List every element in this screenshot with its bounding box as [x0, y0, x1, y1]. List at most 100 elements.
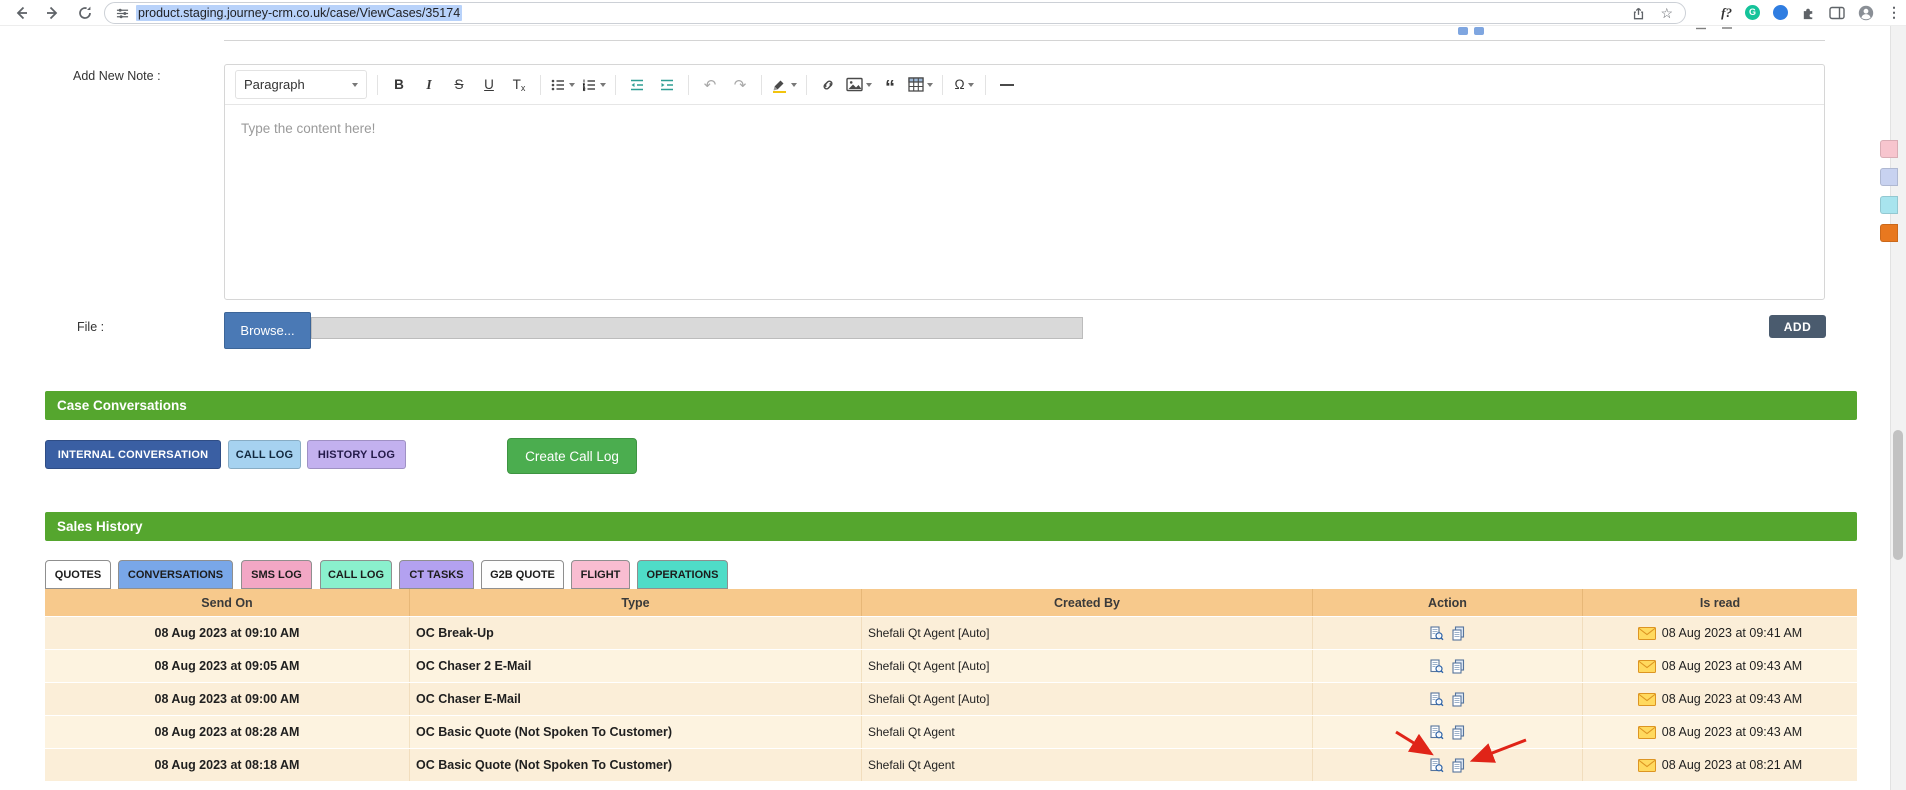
copy-document-icon[interactable]: [1451, 691, 1466, 707]
preview-icon[interactable]: [1429, 625, 1444, 641]
col-header-send-on: Send On: [45, 589, 410, 616]
copy-document-icon[interactable]: [1451, 724, 1466, 740]
side-tab-pink[interactable]: [1880, 140, 1898, 158]
cell-type: OC Basic Quote (Not Spoken To Customer): [410, 716, 862, 748]
cell-action: [1313, 617, 1583, 649]
side-tab-orange[interactable]: [1880, 224, 1898, 242]
preview-icon[interactable]: [1429, 691, 1444, 707]
tab-call-log[interactable]: CALL LOG: [320, 560, 392, 589]
browse-button[interactable]: Browse...: [224, 312, 311, 349]
extensions-area: f? G ⋮: [1721, 0, 1901, 25]
screen: product.staging.journey-crm.co.uk/case/V…: [0, 0, 1906, 790]
url-text[interactable]: product.staging.journey-crm.co.uk/case/V…: [136, 5, 463, 21]
italic-button[interactable]: I: [414, 72, 444, 98]
extensions-puzzle-icon[interactable]: [1801, 5, 1816, 20]
strikethrough-button[interactable]: S: [444, 72, 474, 98]
horizontal-line-button[interactable]: [992, 72, 1022, 98]
side-panel-icon[interactable]: [1829, 6, 1845, 20]
note-content-input[interactable]: Type the content here!: [225, 105, 1824, 317]
preview-icon[interactable]: [1429, 724, 1444, 740]
cell-created-by: Shefali Qt Agent [Auto]: [862, 650, 1313, 682]
table-row: 08 Aug 2023 at 09:10 AM OC Break-Up Shef…: [45, 616, 1857, 649]
chevron-down-icon: [866, 82, 872, 87]
toolbar-separator: [688, 74, 689, 95]
toolbar-separator: [806, 74, 807, 95]
back-icon[interactable]: [8, 1, 34, 24]
cell-action: [1313, 749, 1583, 781]
preview-icon[interactable]: [1429, 658, 1444, 674]
forward-icon[interactable]: [40, 1, 66, 24]
special-character-button[interactable]: Ω: [949, 72, 979, 98]
remove-format-button[interactable]: Tx: [504, 72, 534, 98]
partial-blue-icon[interactable]: [1474, 27, 1484, 35]
menu-dots-icon[interactable]: ⋮: [1887, 4, 1901, 21]
case-conversations-header: Case Conversations: [45, 391, 1857, 420]
tab-quotes[interactable]: QUOTES: [45, 560, 111, 589]
tab-conversations[interactable]: CONVERSATIONS: [118, 560, 233, 589]
bold-button[interactable]: B: [384, 72, 414, 98]
side-tab-lavender[interactable]: [1880, 168, 1898, 186]
copy-document-icon[interactable]: [1451, 625, 1466, 641]
partial-blue-icon[interactable]: [1458, 27, 1468, 35]
insert-table-button[interactable]: [905, 72, 936, 98]
grammarly-extension-icon[interactable]: G: [1745, 5, 1760, 20]
blue-extension-icon[interactable]: [1773, 5, 1788, 20]
preview-icon[interactable]: [1429, 757, 1444, 773]
tab-flight[interactable]: FLIGHT: [571, 560, 630, 589]
highlight-button[interactable]: [768, 72, 800, 98]
cell-send-on: 08 Aug 2023 at 09:00 AM: [45, 683, 410, 715]
create-call-log-button[interactable]: Create Call Log: [507, 438, 637, 474]
cell-action: [1313, 683, 1583, 715]
redo-button[interactable]: ↷: [725, 72, 755, 98]
add-new-note-label: Add New Note :: [73, 69, 161, 83]
tab-operations[interactable]: OPERATIONS: [637, 560, 728, 589]
site-info-icon[interactable]: [116, 7, 129, 20]
link-button[interactable]: [813, 72, 843, 98]
col-header-created-by: Created By: [862, 589, 1313, 616]
add-note-button[interactable]: ADD: [1769, 315, 1826, 338]
cell-is-read: 08 Aug 2023 at 09:41 AM: [1583, 617, 1857, 649]
file-input-field[interactable]: [311, 317, 1083, 339]
copy-document-icon[interactable]: [1451, 658, 1466, 674]
editor-toolbar: Paragraph B I S U Tx ↶ ↷ “ Ω: [225, 65, 1824, 105]
cell-created-by: Shefali Qt Agent: [862, 749, 1313, 781]
cell-send-on: 08 Aug 2023 at 08:18 AM: [45, 749, 410, 781]
internal-conversation-button[interactable]: INTERNAL CONVERSATION: [45, 440, 221, 469]
profile-avatar-icon[interactable]: [1858, 5, 1874, 21]
decrease-indent-button[interactable]: [622, 72, 652, 98]
cell-type: OC Chaser 2 E-Mail: [410, 650, 862, 682]
cell-action: [1313, 716, 1583, 748]
chevron-down-icon: [600, 82, 606, 87]
history-log-button[interactable]: HISTORY LOG: [307, 440, 406, 469]
reload-icon[interactable]: [72, 1, 98, 24]
blockquote-button[interactable]: “: [875, 68, 905, 102]
table-header-row: Send On Type Created By Action Is read: [45, 589, 1857, 616]
share-icon[interactable]: [1631, 6, 1646, 21]
is-read-text: 08 Aug 2023 at 09:43 AM: [1661, 659, 1803, 673]
undo-button[interactable]: ↶: [695, 72, 725, 98]
paragraph-format-select[interactable]: Paragraph: [235, 70, 367, 99]
tab-g2b-quote[interactable]: G2B QUOTE: [481, 560, 564, 589]
remove-format-t: T: [512, 77, 521, 92]
address-bar[interactable]: product.staging.journey-crm.co.uk/case/V…: [104, 2, 1686, 24]
envelope-icon: [1637, 659, 1656, 673]
bookmark-star-icon[interactable]: ☆: [1660, 6, 1673, 20]
cell-is-read: 08 Aug 2023 at 09:43 AM: [1583, 716, 1857, 748]
bulleted-list-button[interactable]: [547, 72, 578, 98]
insert-image-button[interactable]: [843, 72, 875, 98]
scrollbar-thumb[interactable]: [1893, 430, 1903, 560]
tab-ct-tasks[interactable]: CT TASKS: [399, 560, 474, 589]
side-tab-cyan[interactable]: [1880, 196, 1898, 214]
fonts-extension-icon[interactable]: f?: [1721, 5, 1732, 21]
underline-button[interactable]: U: [474, 72, 504, 98]
increase-indent-button[interactable]: [652, 72, 682, 98]
cell-type: OC Chaser E-Mail: [410, 683, 862, 715]
numbered-list-button[interactable]: [578, 72, 609, 98]
rich-text-editor: Paragraph B I S U Tx ↶ ↷ “ Ω Type the co…: [224, 64, 1825, 300]
copy-document-icon[interactable]: [1451, 757, 1466, 773]
chevron-down-icon: [967, 82, 974, 87]
tab-sms-log[interactable]: SMS LOG: [241, 560, 312, 589]
cell-send-on: 08 Aug 2023 at 08:28 AM: [45, 716, 410, 748]
toolbar-separator: [615, 74, 616, 95]
call-log-button[interactable]: CALL LOG: [228, 440, 301, 469]
